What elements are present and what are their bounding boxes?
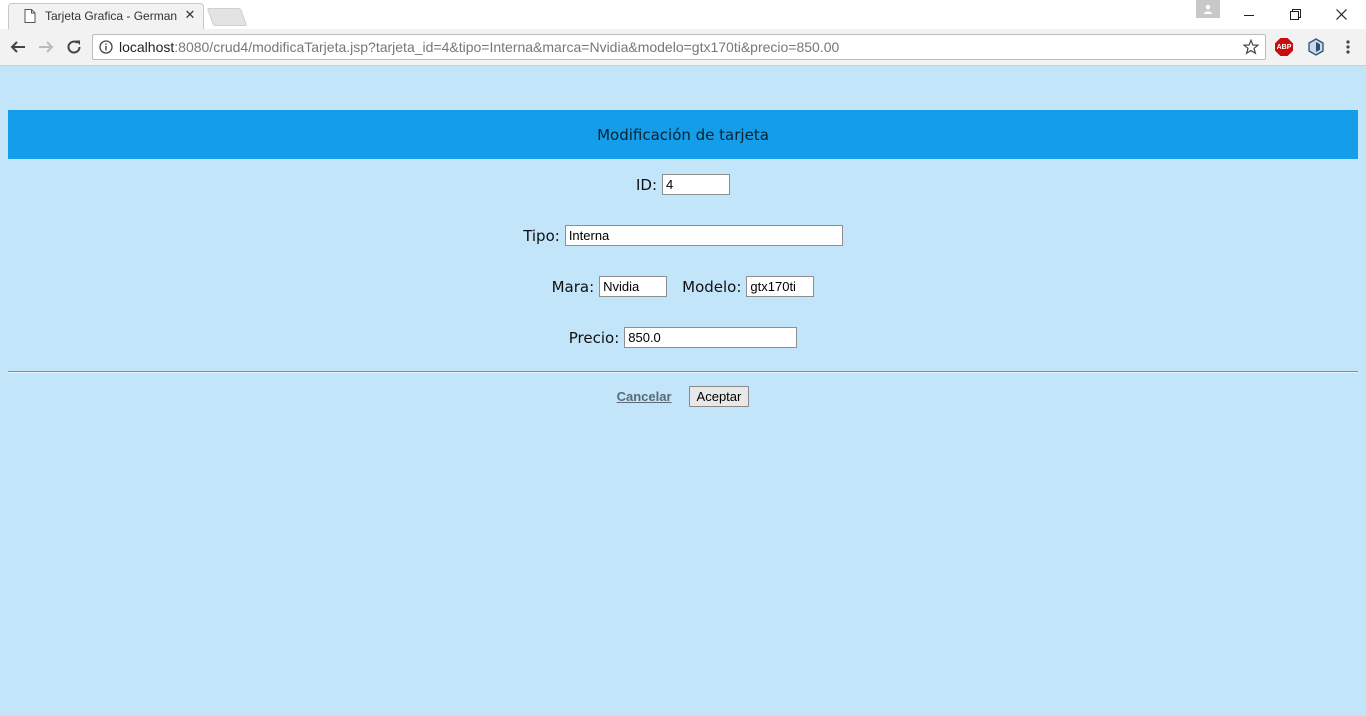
modelo-label: Modelo: xyxy=(682,277,742,296)
shield-extension-icon[interactable] xyxy=(1306,37,1326,57)
page-icon xyxy=(24,9,36,23)
new-tab-button[interactable] xyxy=(206,8,248,26)
url-host: localhost xyxy=(119,39,175,55)
close-window-icon[interactable] xyxy=(1318,0,1364,29)
tipo-label: Tipo: xyxy=(523,226,560,245)
page-header: Modificación de tarjeta xyxy=(8,110,1358,159)
adblock-plus-icon[interactable]: ABP xyxy=(1274,37,1294,57)
profile-icon[interactable] xyxy=(1196,0,1220,18)
reload-icon[interactable] xyxy=(62,35,86,59)
modelo-input[interactable] xyxy=(746,276,815,297)
marca-label: Mara: xyxy=(551,277,595,296)
id-input[interactable] xyxy=(662,174,731,195)
precio-row: Precio: xyxy=(8,327,1358,348)
restore-icon[interactable] xyxy=(1272,0,1318,29)
precio-label: Precio: xyxy=(568,328,620,347)
forward-arrow-icon[interactable] xyxy=(34,35,58,59)
precio-input[interactable] xyxy=(624,327,798,348)
url-text[interactable]: localhost:8080/crud4/modificaTarjeta.jsp… xyxy=(119,39,839,55)
page-title: Modificación de tarjeta xyxy=(597,125,769,144)
menu-kebab-icon[interactable] xyxy=(1338,37,1358,57)
tipo-row: Tipo: xyxy=(8,225,1358,246)
adblock-plus-badge: ABP xyxy=(1275,38,1293,56)
tipo-input[interactable] xyxy=(564,225,843,246)
divider xyxy=(8,371,1358,373)
browser-toolbar: localhost:8080/crud4/modificaTarjeta.jsp… xyxy=(0,29,1366,66)
info-icon[interactable] xyxy=(99,40,113,54)
marca-input[interactable] xyxy=(599,276,668,297)
browser-tab[interactable]: Tarjeta Grafica - German ✕ xyxy=(8,3,204,29)
close-tab-icon[interactable]: ✕ xyxy=(184,9,196,23)
form-actions: Cancelar Aceptar xyxy=(8,385,1358,407)
id-label: ID: xyxy=(635,175,658,194)
bookmark-star-icon[interactable] xyxy=(1243,39,1259,55)
back-arrow-icon[interactable] xyxy=(6,35,30,59)
id-row: ID: xyxy=(8,174,1358,195)
cancel-link[interactable]: Cancelar xyxy=(617,389,672,404)
tab-strip: Tarjeta Grafica - German ✕ xyxy=(0,0,1366,29)
address-bar[interactable]: localhost:8080/crud4/modificaTarjeta.jsp… xyxy=(92,34,1266,60)
url-path: :8080/crud4/modificaTarjeta.jsp?tarjeta_… xyxy=(174,39,840,55)
accept-button[interactable]: Aceptar xyxy=(688,385,750,407)
marca-modelo-row: Mara: Modelo: xyxy=(8,276,1358,297)
tab-title: Tarjeta Grafica - German xyxy=(45,9,178,23)
minimize-icon[interactable] xyxy=(1226,0,1272,29)
